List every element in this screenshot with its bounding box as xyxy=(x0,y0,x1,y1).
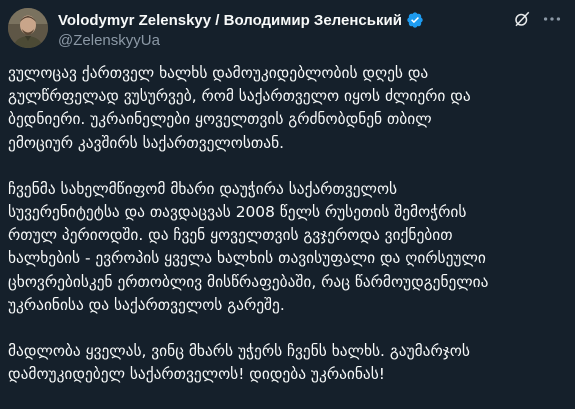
author-names: Volodymyr Zelenskyy / Володимир Зеленськ… xyxy=(58,10,525,51)
tweet-text: ვულოცავ ქართველ ხალხს დამოუკიდებლობის დღ… xyxy=(8,62,568,386)
display-name-row: Volodymyr Zelenskyy / Володимир Зеленськ… xyxy=(58,10,525,30)
tweet-header: Volodymyr Zelenskyy / Володимир Зеленськ… xyxy=(8,8,565,50)
more-options-icon[interactable] xyxy=(541,8,563,30)
author-handle[interactable]: @ZelenskyyUa xyxy=(58,31,525,51)
grok-icon[interactable] xyxy=(513,10,531,28)
display-name[interactable]: Volodymyr Zelenskyy / Володимир Зеленськ… xyxy=(58,12,402,29)
tweet-paragraph: მადლობა ყველას, ვინც მხარს უჭერს ჩვენს ხ… xyxy=(8,342,470,384)
tweet-paragraph: ჩვენმა სახელმწიფომ მხარი დაუჭირა საქართვ… xyxy=(8,179,489,314)
verified-badge-icon[interactable] xyxy=(406,11,424,29)
tweet-paragraph: ვულოცავ ქართველ ხალხს დამოუკიდებლობის დღ… xyxy=(8,64,471,152)
tweet: Volodymyr Zelenskyy / Володимир Зеленськ… xyxy=(0,0,575,409)
avatar[interactable] xyxy=(8,8,48,48)
